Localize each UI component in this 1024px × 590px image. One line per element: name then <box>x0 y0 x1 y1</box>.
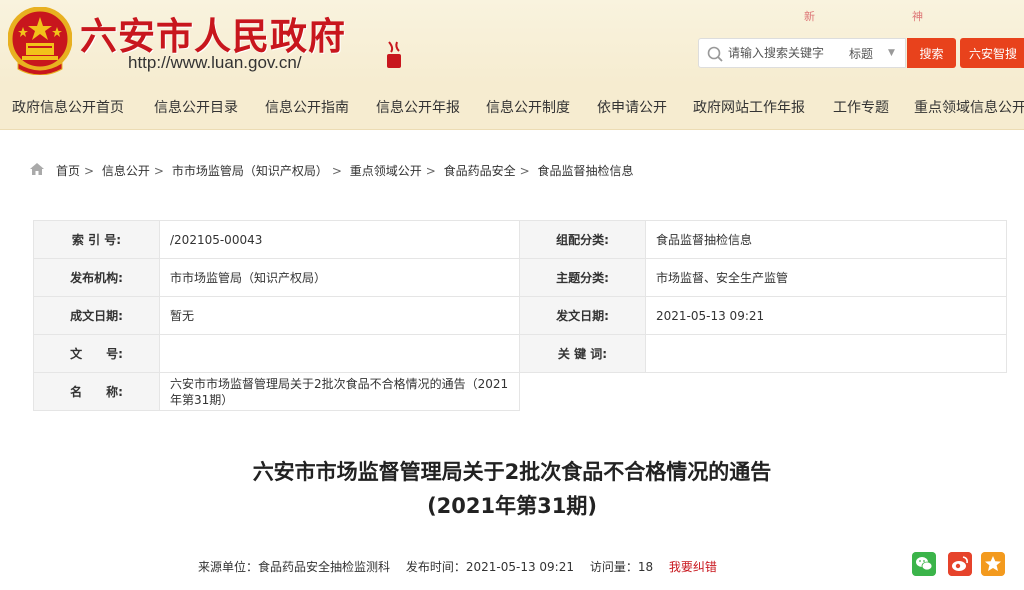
breadcrumb-separator: > <box>84 164 95 178</box>
created-date-value: 暂无 <box>159 296 520 335</box>
chevron-down-icon[interactable]: ▼ <box>888 48 895 58</box>
breadcrumb-item-key-areas[interactable]: 重点领域公开 <box>350 164 422 178</box>
table-row: 成文日期: 暂无 发文日期: 2021-05-13 09:21 <box>33 296 1007 335</box>
nav-item-system[interactable]: 信息公开制度 <box>486 97 570 117</box>
decor-text-left: 新 <box>804 10 815 23</box>
table-row: 索 引 号: /202105-00043 组配分类: 食品监督抽检信息 <box>33 220 1007 259</box>
category-label: 组配分类: <box>519 220 646 259</box>
national-emblem-icon <box>8 7 72 75</box>
table-row: 发布机构: 市市场监管局（知识产权局） 主题分类: 市场监督、安全生产监管 <box>33 258 1007 297</box>
breadcrumb: 首页 > 信息公开 > 市市场监管局（知识产权局） > 重点领域公开 > 食品药品安全 >… <box>8 140 1024 200</box>
nav-item-home[interactable]: 政府信息公开首页 <box>12 97 124 117</box>
site-title[interactable]: 六安市人民政府 <box>80 6 346 60</box>
nav-item-guide[interactable]: 信息公开指南 <box>265 97 349 117</box>
nav-item-annual-report[interactable]: 信息公开年报 <box>376 97 460 117</box>
keywords-label: 关 键 词: <box>519 334 646 373</box>
wechat-icon[interactable] <box>912 552 936 576</box>
article-title: 六安市市场监督管理局关于2批次食品不合格情况的通告 (2021年第31期) <box>0 455 1024 523</box>
site-url[interactable]: http://www.luan.gov.cn/ <box>128 53 302 73</box>
nav-item-catalog[interactable]: 信息公开目录 <box>154 97 238 117</box>
weibo-icon[interactable] <box>948 552 972 576</box>
search-scope-select[interactable]: 标题 <box>849 45 873 62</box>
publish-time: 发布时间：2021-05-13 09:21 <box>405 560 574 574</box>
nav-item-apply[interactable]: 依申请公开 <box>597 97 667 117</box>
site-header: 六安市人民政府 http://www.luan.gov.cn/ 新 神 标题 ▼… <box>0 0 1024 85</box>
seal-icon <box>387 41 401 68</box>
category-value: 食品监督抽检信息 <box>645 220 1007 259</box>
issued-date-label: 发文日期: <box>519 296 646 335</box>
table-row: 文 号: 关 键 词: <box>33 334 1007 373</box>
breadcrumb-trail: 首页 > 信息公开 > 市市场监管局（知识产权局） > 重点领域公开 > 食品药品安全 >… <box>56 162 638 179</box>
breadcrumb-separator: > <box>331 164 342 178</box>
article-title-line1: 六安市市场监督管理局关于2批次食品不合格情况的通告 <box>252 460 772 484</box>
empty-cell <box>520 373 646 411</box>
search-box: 标题 ▼ <box>698 38 906 68</box>
breadcrumb-separator: > <box>153 164 164 178</box>
doc-number-label: 文 号: <box>33 334 160 373</box>
search-button[interactable]: 搜索 <box>907 38 956 68</box>
breadcrumb-item-food-safety[interactable]: 食品药品安全 <box>444 164 516 178</box>
empty-cell <box>646 373 1007 411</box>
article-title-line2: (2021年第31期) <box>427 494 597 518</box>
topic-label: 主题分类: <box>519 258 646 297</box>
index-value: /202105-00043 <box>159 220 520 259</box>
smart-search-button[interactable]: 六安智搜 <box>960 38 1024 68</box>
issued-date-value: 2021-05-13 09:21 <box>645 296 1007 335</box>
topic-value: 市场监督、安全生产监管 <box>645 258 1007 297</box>
breadcrumb-separator: > <box>519 164 530 178</box>
publisher-value: 市市场监管局（知识产权局） <box>159 258 520 297</box>
created-date-label: 成文日期: <box>33 296 160 335</box>
publisher-label: 发布机构: <box>33 258 160 297</box>
nav-item-special[interactable]: 工作专题 <box>833 97 889 117</box>
source-unit: 来源单位：食品药品安全抽检监测科 <box>198 560 391 574</box>
search-input[interactable] <box>728 41 838 65</box>
breadcrumb-item-bureau[interactable]: 市市场监管局（知识产权局） <box>172 164 328 178</box>
view-count: 访问量：18 <box>589 560 654 574</box>
doc-number-value <box>159 334 520 373</box>
favorite-icon[interactable] <box>981 552 1005 576</box>
article-meta: 来源单位：食品药品安全抽检监测科 发布时间：2021-05-13 09:21 访… <box>198 558 729 575</box>
index-label: 索 引 号: <box>33 220 160 259</box>
document-info-table: 索 引 号: /202105-00043 组配分类: 食品监督抽检信息 发布机构… <box>33 220 1007 411</box>
report-error-link[interactable]: 我要纠错 <box>669 560 717 574</box>
keywords-value <box>645 334 1007 373</box>
breadcrumb-item-inspection[interactable]: 食品监督抽检信息 <box>538 164 634 178</box>
nav-item-key-areas[interactable]: 重点领域信息公开 <box>914 97 1024 117</box>
breadcrumb-item-home[interactable]: 首页 <box>56 164 80 178</box>
name-label: 名 称: <box>33 372 160 411</box>
nav-item-website-report[interactable]: 政府网站工作年报 <box>693 97 805 117</box>
search-icon <box>707 46 723 62</box>
decor-text-right: 神 <box>912 10 923 23</box>
seal-logo <box>383 40 405 70</box>
home-icon[interactable] <box>30 163 44 175</box>
name-value: 六安市市场监督管理局关于2批次食品不合格情况的通告（2021年第31期） <box>159 372 520 411</box>
table-row: 名 称: 六安市市场监督管理局关于2批次食品不合格情况的通告（2021年第31期… <box>33 372 1007 411</box>
breadcrumb-separator: > <box>425 164 436 178</box>
main-nav: 政府信息公开首页 信息公开目录 信息公开指南 信息公开年报 信息公开制度 依申请… <box>0 85 1024 130</box>
breadcrumb-item-info[interactable]: 信息公开 <box>102 164 150 178</box>
